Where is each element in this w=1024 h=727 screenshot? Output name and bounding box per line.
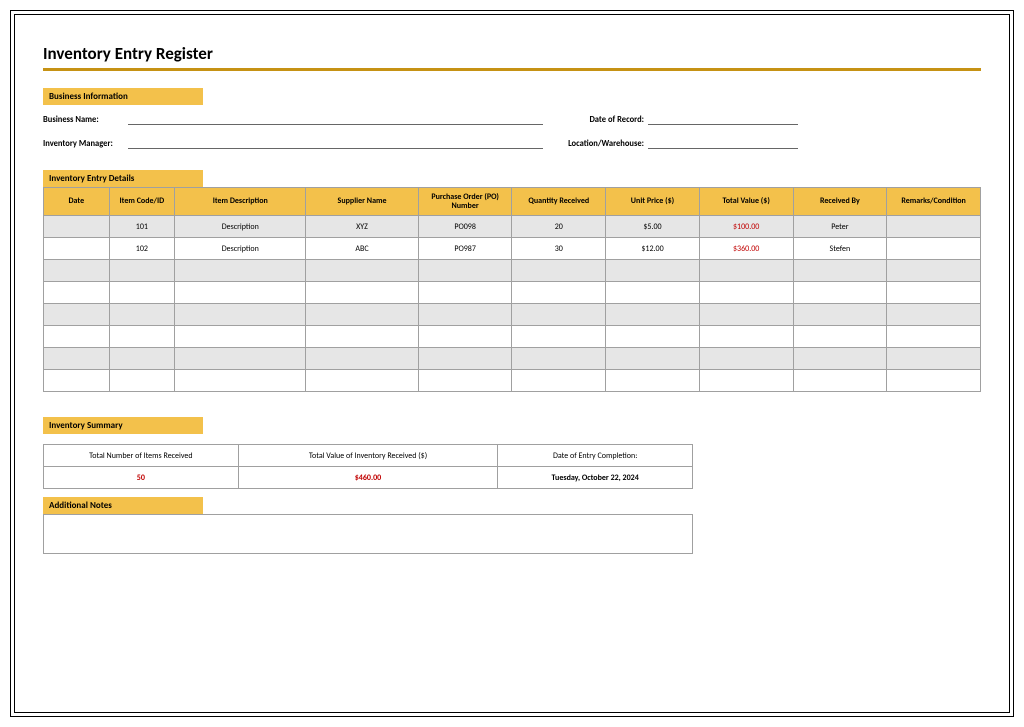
inventory-manager-field[interactable] <box>128 139 543 149</box>
table-row <box>44 304 981 326</box>
table-header-row: Date Item Code/ID Item Description Suppl… <box>44 188 981 216</box>
table-row <box>44 260 981 282</box>
cell-po[interactable]: PO987 <box>418 238 512 260</box>
document-page: Inventory Entry Register Business Inform… <box>43 43 981 702</box>
cell-item[interactable]: 102 <box>109 238 175 260</box>
title-rule <box>43 68 981 71</box>
th-po: Purchase Order (PO) Number <box>418 188 512 216</box>
cell-total[interactable]: $360.00 <box>699 238 793 260</box>
table-row: 101 Description XYZ PO098 20 $5.00 $100.… <box>44 216 981 238</box>
th-desc: Item Description <box>175 188 306 216</box>
table-row <box>44 326 981 348</box>
cell-remarks[interactable] <box>887 216 981 238</box>
sum-completion-date: Tuesday, October 22, 2024 <box>498 467 693 489</box>
business-row-2: Inventory Manager: Location/Warehouse: <box>43 139 981 149</box>
page-title: Inventory Entry Register <box>43 43 981 68</box>
business-row-1: Business Name: Date of Record: <box>43 115 981 125</box>
th-received: Received By <box>793 188 887 216</box>
cell-desc[interactable]: Description <box>175 238 306 260</box>
date-of-record-label: Date of Record: <box>553 115 648 125</box>
business-name-field[interactable] <box>128 115 543 125</box>
section-entry-details: Inventory Entry Details <box>43 170 203 187</box>
table-row <box>44 370 981 392</box>
th-qty: Quantity Received <box>512 188 606 216</box>
section-notes: Additional Notes <box>43 497 203 514</box>
th-item: Item Code/ID <box>109 188 175 216</box>
table-row <box>44 348 981 370</box>
summary-value-row: 50 $460.00 Tuesday, October 22, 2024 <box>44 467 693 489</box>
th-date: Date <box>44 188 110 216</box>
th-supplier: Supplier Name <box>306 188 418 216</box>
cell-qty[interactable]: 20 <box>512 216 606 238</box>
cell-total[interactable]: $100.00 <box>699 216 793 238</box>
cell-po[interactable]: PO098 <box>418 216 512 238</box>
cell-qty[interactable]: 30 <box>512 238 606 260</box>
cell-unit[interactable]: $12.00 <box>606 238 700 260</box>
notes-field[interactable] <box>43 514 693 554</box>
th-remarks: Remarks/Condition <box>887 188 981 216</box>
location-field[interactable] <box>648 139 798 149</box>
cell-item[interactable]: 101 <box>109 216 175 238</box>
table-row <box>44 282 981 304</box>
sum-label-value: Total Value of Inventory Received ($) <box>238 445 498 467</box>
location-label: Location/Warehouse: <box>553 139 648 149</box>
cell-date[interactable] <box>44 238 110 260</box>
th-total: Total Value ($) <box>699 188 793 216</box>
section-business-info: Business Information <box>43 88 203 105</box>
sum-label-date: Date of Entry Completion: <box>498 445 693 467</box>
section-summary: Inventory Summary <box>43 417 203 434</box>
inventory-table: Date Item Code/ID Item Description Suppl… <box>43 187 981 392</box>
th-unit: Unit Price ($) <box>606 188 700 216</box>
sum-label-items: Total Number of Items Received <box>44 445 239 467</box>
business-name-label: Business Name: <box>43 115 128 125</box>
summary-header-row: Total Number of Items Received Total Val… <box>44 445 693 467</box>
date-of-record-field[interactable] <box>648 115 798 125</box>
summary-section: Inventory Summary Total Number of Items … <box>43 414 693 554</box>
sum-total-value: $460.00 <box>238 467 498 489</box>
sum-total-items: 50 <box>44 467 239 489</box>
cell-received[interactable]: Stefen <box>793 238 887 260</box>
cell-supplier[interactable]: ABC <box>306 238 418 260</box>
inventory-manager-label: Inventory Manager: <box>43 139 128 149</box>
cell-date[interactable] <box>44 216 110 238</box>
cell-remarks[interactable] <box>887 238 981 260</box>
page-inner-border: Inventory Entry Register Business Inform… <box>14 14 1010 713</box>
cell-unit[interactable]: $5.00 <box>606 216 700 238</box>
cell-received[interactable]: Peter <box>793 216 887 238</box>
cell-desc[interactable]: Description <box>175 216 306 238</box>
table-row: 102 Description ABC PO987 30 $12.00 $360… <box>44 238 981 260</box>
cell-supplier[interactable]: XYZ <box>306 216 418 238</box>
summary-table: Total Number of Items Received Total Val… <box>43 444 693 489</box>
page-outer-border: Inventory Entry Register Business Inform… <box>10 10 1014 717</box>
